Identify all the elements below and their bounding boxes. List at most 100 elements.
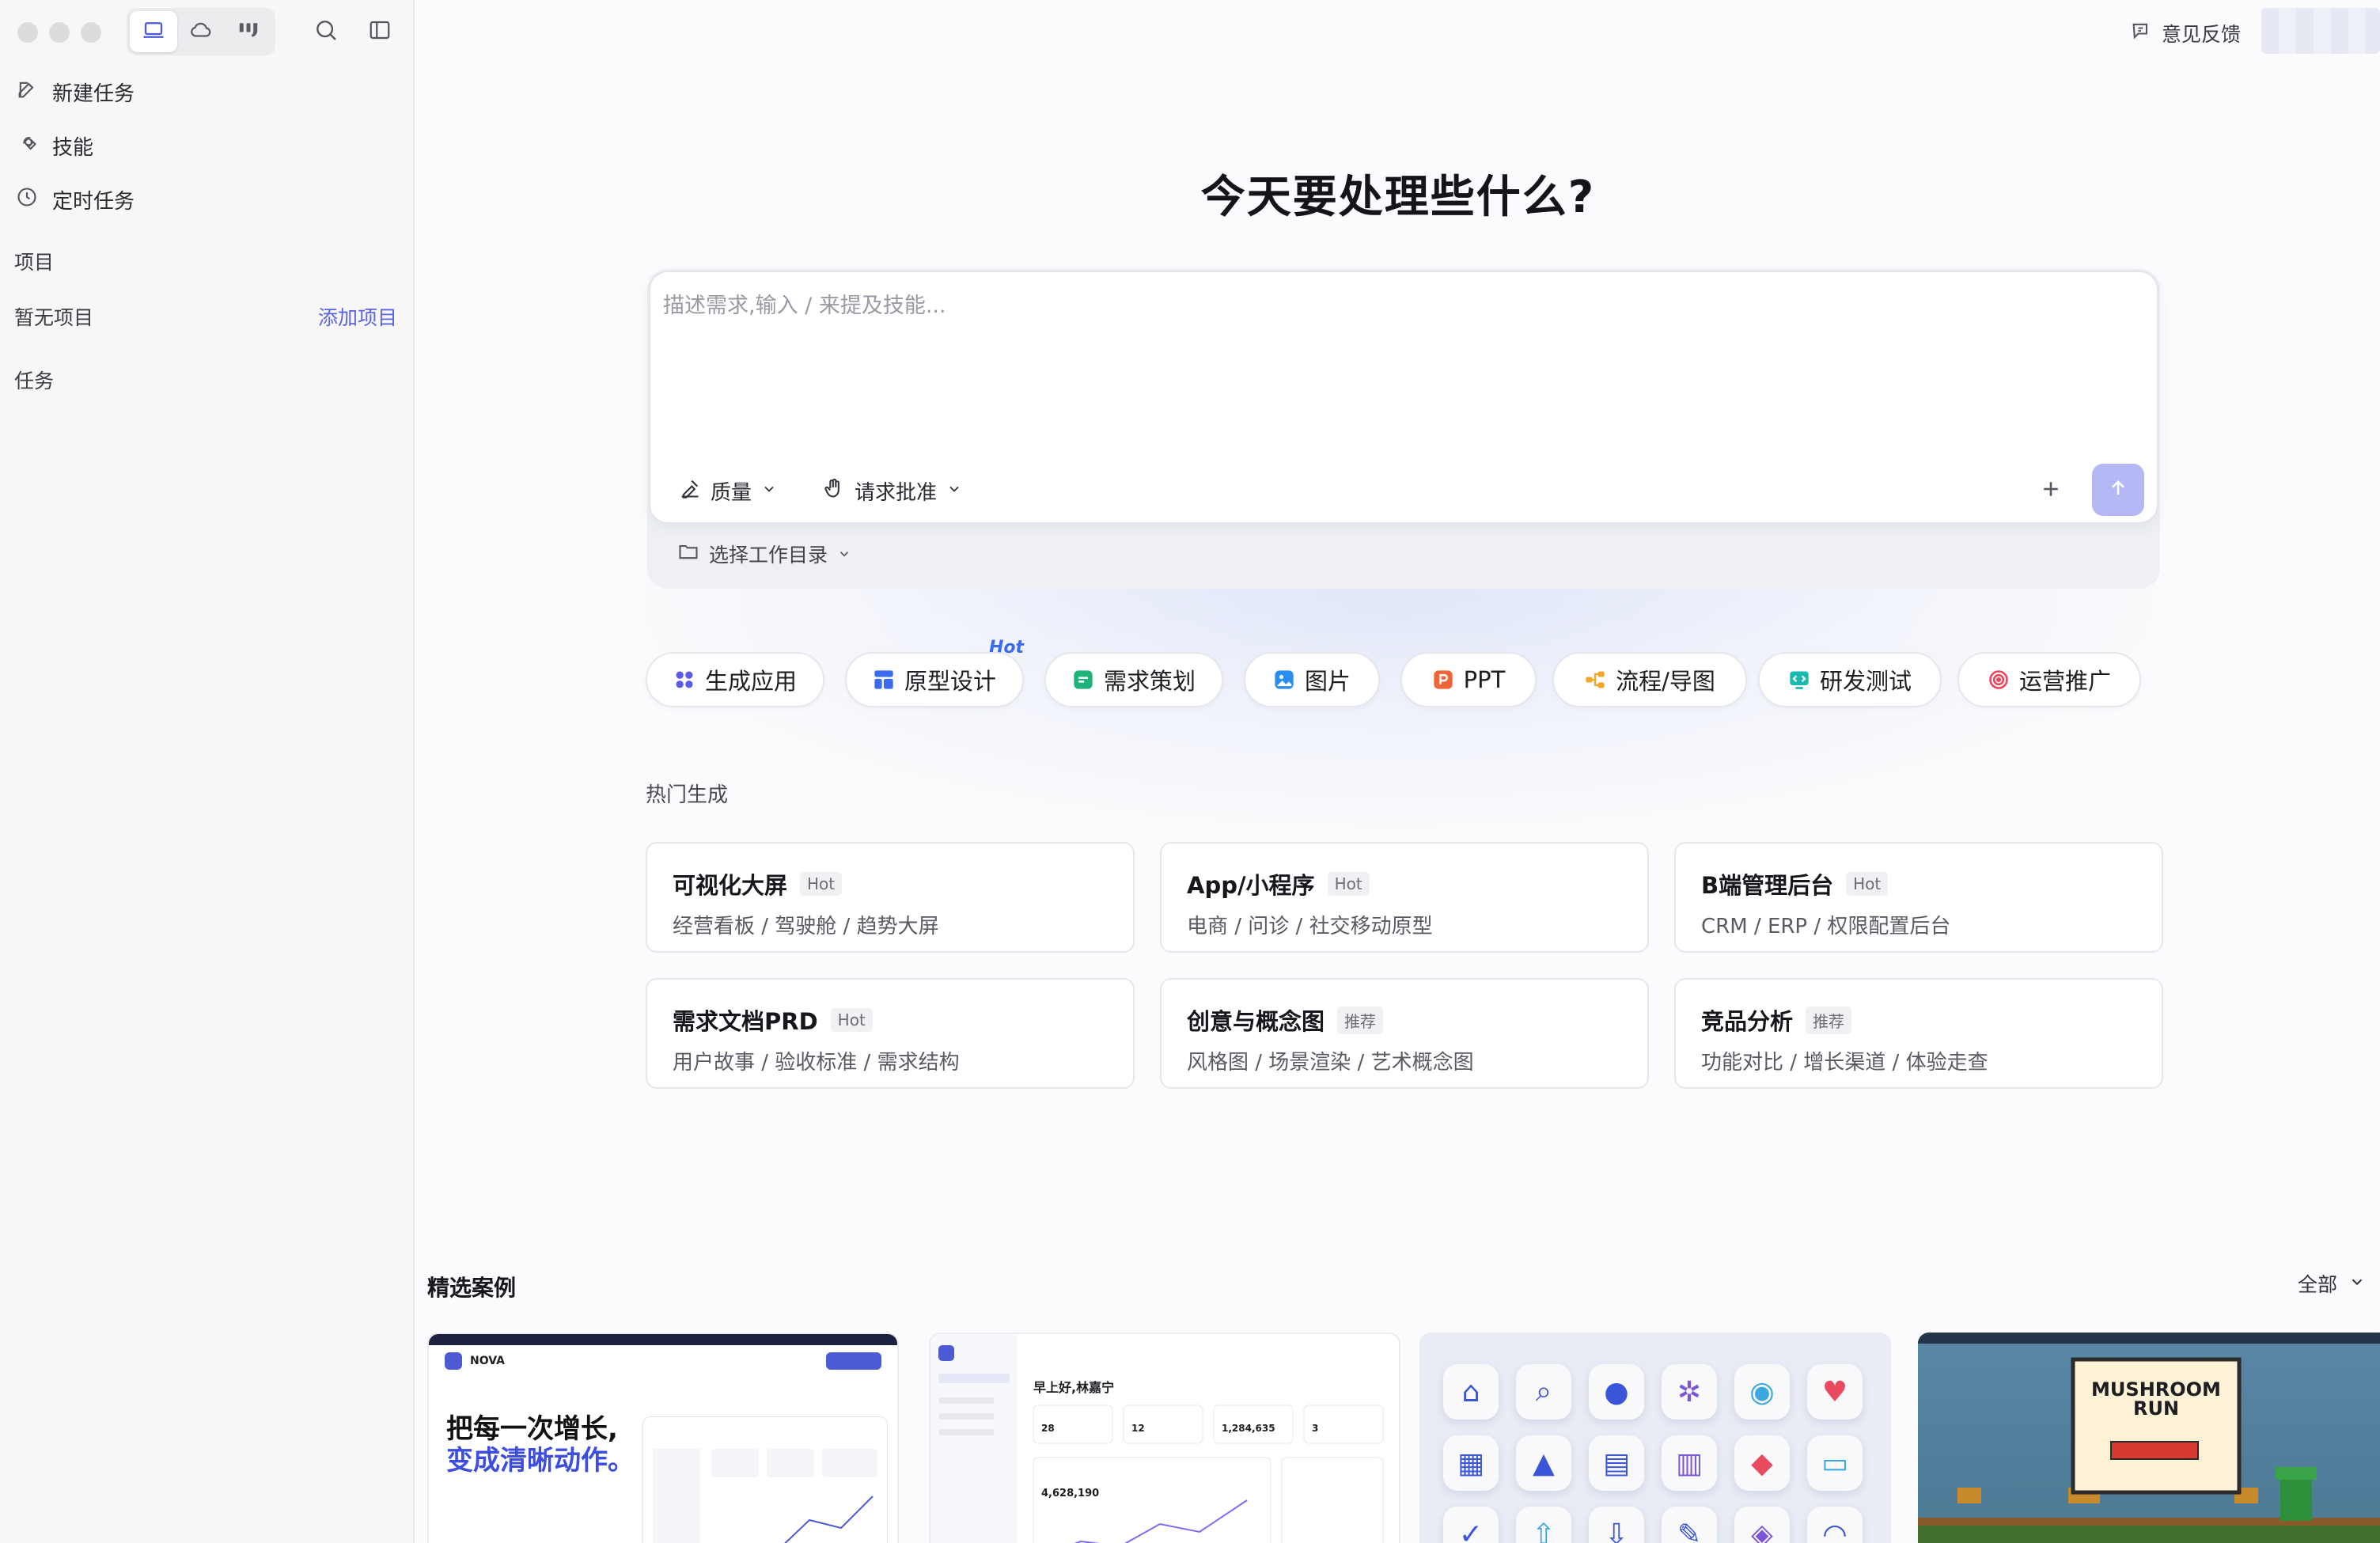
tasks-section-label: 任务: [14, 370, 55, 392]
case-brand: NOVA: [470, 1355, 505, 1367]
quote-mode-button[interactable]: [225, 11, 272, 52]
chip-dev-test[interactable]: 研发测试: [1758, 652, 1942, 707]
prompt-input[interactable]: [663, 288, 2135, 438]
hot-card-subtitle: 风格图 / 场景渲染 / 艺术概念图: [1187, 1051, 1474, 1075]
sidebar-toggle-icon: [368, 18, 392, 45]
case-card-nova[interactable]: NOVA 把每一次增长, 变成清晰动作。: [427, 1333, 899, 1543]
case-cta: [826, 1352, 881, 1370]
case-game-graphic: [1918, 1333, 2380, 1543]
chip-label: 图片: [1304, 668, 1351, 695]
local-mode-button[interactable]: [130, 11, 177, 52]
add-project-link[interactable]: 添加项目: [318, 302, 397, 331]
page-title: 今天要处理些什么?: [1200, 172, 1596, 223]
hot-card-subtitle: 功能对比 / 增长渠道 / 体验走查: [1701, 1051, 1988, 1075]
featured-filter-label: 全部: [2297, 1273, 2337, 1296]
window-close-button[interactable]: [17, 22, 38, 43]
projects-section-label: 项目: [14, 251, 55, 274]
composer: 质量 请求批准: [649, 271, 2158, 524]
case-stat: 28: [1041, 1423, 1055, 1434]
chip-label: 流程/导图: [1616, 668, 1715, 695]
case-card-game[interactable]: MUSHROOM RUN: [1918, 1333, 2380, 1543]
avatar[interactable]: [2261, 8, 2380, 54]
chip-generate-app[interactable]: 生成应用: [646, 652, 824, 707]
hot-card-concept-art[interactable]: 创意与概念图 推荐 风格图 / 场景渲染 / 艺术概念图: [1160, 978, 1649, 1089]
chip-requirements[interactable]: 需求策划: [1044, 652, 1223, 707]
hot-card-admin[interactable]: B端管理后台 Hot CRM / ERP / 权限配置后台: [1674, 842, 2163, 953]
chip-image[interactable]: 图片: [1244, 652, 1380, 707]
case-stat: 3: [1312, 1423, 1319, 1434]
quote-icon: [237, 18, 260, 45]
hot-card-title: 需求文档PRD: [673, 1008, 818, 1035]
hot-card-subtitle: 电商 / 问诊 / 社交移动原型: [1187, 915, 1433, 938]
case-headline-line-1: 把每一次增长,: [446, 1413, 618, 1445]
sidebar-item-label: 定时任务: [52, 189, 135, 214]
hot-card-subtitle: 经营看板 / 驾驶舱 / 趋势大屏: [673, 915, 939, 938]
feedback-label: 意见反馈: [2161, 23, 2241, 46]
approval-label: 请求批准: [855, 480, 938, 505]
chevron-down-icon: [946, 479, 962, 502]
window-minimize-button[interactable]: [49, 22, 70, 43]
search-button[interactable]: [312, 17, 340, 46]
sidebar-item-label: 技能: [52, 135, 94, 160]
case-topbar: [429, 1334, 897, 1345]
hot-card-badge: 推荐: [1806, 1006, 1852, 1034]
sidebar-item-label: 新建任务: [52, 82, 135, 106]
case-card-dashboard[interactable]: 早上好,林嘉宁 28 12 1,284,635 3 4,628,190: [929, 1333, 1400, 1543]
search-icon: [313, 17, 339, 46]
approval-selector[interactable]: 请求批准: [823, 473, 962, 508]
chip-label: 生成应用: [704, 668, 797, 695]
arrow-up-icon: [2107, 477, 2129, 502]
chip-ppt[interactable]: PPT: [1400, 652, 1537, 707]
case-nav: NOVA: [429, 1345, 897, 1377]
cloud-mode-button[interactable]: [177, 11, 225, 52]
featured-filter[interactable]: 全部: [2298, 1269, 2366, 1298]
quality-icon: [679, 477, 701, 505]
chip-label: 研发测试: [1819, 668, 1912, 695]
send-button[interactable]: [2092, 464, 2144, 516]
case-headline: 把每一次增长, 变成清晰动作。: [446, 1413, 635, 1477]
tools-icon: [16, 132, 38, 160]
game-title-line-2: RUN: [2132, 1397, 2180, 1420]
hot-card-prd[interactable]: 需求文档PRD Hot 用户故事 / 验收标准 / 需求结构: [646, 978, 1135, 1089]
sidebar-item-skills[interactable]: 技能: [13, 122, 400, 169]
quality-label: 质量: [711, 480, 752, 505]
workdir-label: 选择工作目录: [709, 544, 828, 567]
chip-flowchart[interactable]: 流程/导图: [1552, 652, 1747, 707]
hot-card-badge: Hot: [800, 872, 843, 896]
hot-card-dashboard[interactable]: 可视化大屏 Hot 经营看板 / 驾驶舱 / 趋势大屏: [646, 842, 1135, 953]
feedback-button[interactable]: 意见反馈: [2130, 17, 2241, 49]
sidebar-item-new-task[interactable]: 新建任务: [13, 68, 400, 116]
settings-icon: ✲: [1662, 1364, 1717, 1420]
quality-selector[interactable]: 质量: [679, 473, 777, 508]
download-icon: ⇩: [1589, 1507, 1644, 1543]
chip-prototype[interactable]: 原型设计: [845, 652, 1024, 707]
apps-icon: [673, 669, 695, 691]
hot-card-app[interactable]: App/小程序 Hot 电商 / 问诊 / 社交移动原型: [1160, 842, 1649, 953]
hot-heading: 热门生成: [646, 783, 729, 807]
hot-card-subtitle: CRM / ERP / 权限配置后台: [1701, 915, 1951, 938]
toggle-sidebar-button[interactable]: [366, 17, 394, 46]
hot-card-badge: Hot: [830, 1008, 873, 1032]
hot-card-badge: Hot: [1846, 872, 1889, 896]
hot-card-competitor[interactable]: 竞品分析 推荐 功能对比 / 增长渠道 / 体验走查: [1674, 978, 2163, 1089]
case-stat: 1,284,635: [1222, 1423, 1275, 1434]
mode-switcher: [127, 8, 275, 55]
case-greeting: 早上好,林嘉宁: [1033, 1380, 1115, 1395]
upload-icon: ⇧: [1516, 1507, 1571, 1543]
workdir-selector[interactable]: 选择工作目录: [677, 538, 851, 570]
attach-button[interactable]: [2033, 473, 2068, 508]
target-icon: [1988, 669, 2010, 691]
hot-card-title: B端管理后台: [1701, 872, 1834, 899]
sidebar-item-scheduled[interactable]: 定时任务: [13, 176, 400, 223]
chevron-down-icon: [761, 479, 777, 502]
case-card-icons[interactable]: ⌂ ⌕ ● ✲ ◉ ♥ ▦ ▲ ▤ ▥ ◆ ▭ ✓ ⇧ ⇩ ✎ ◈ ◠: [1419, 1333, 1891, 1543]
chip-label: 需求策划: [1103, 668, 1196, 695]
document-icon: [1072, 669, 1094, 691]
chip-marketing[interactable]: 运营推广: [1957, 652, 2141, 707]
plus-icon: [2039, 477, 2063, 504]
window-zoom-button[interactable]: [81, 22, 101, 43]
case-dashboard-graphic: [653, 1449, 877, 1543]
hot-card-title: 可视化大屏: [673, 872, 788, 899]
case-stat: 12: [1131, 1423, 1145, 1434]
user-icon: ◉: [1734, 1364, 1790, 1420]
